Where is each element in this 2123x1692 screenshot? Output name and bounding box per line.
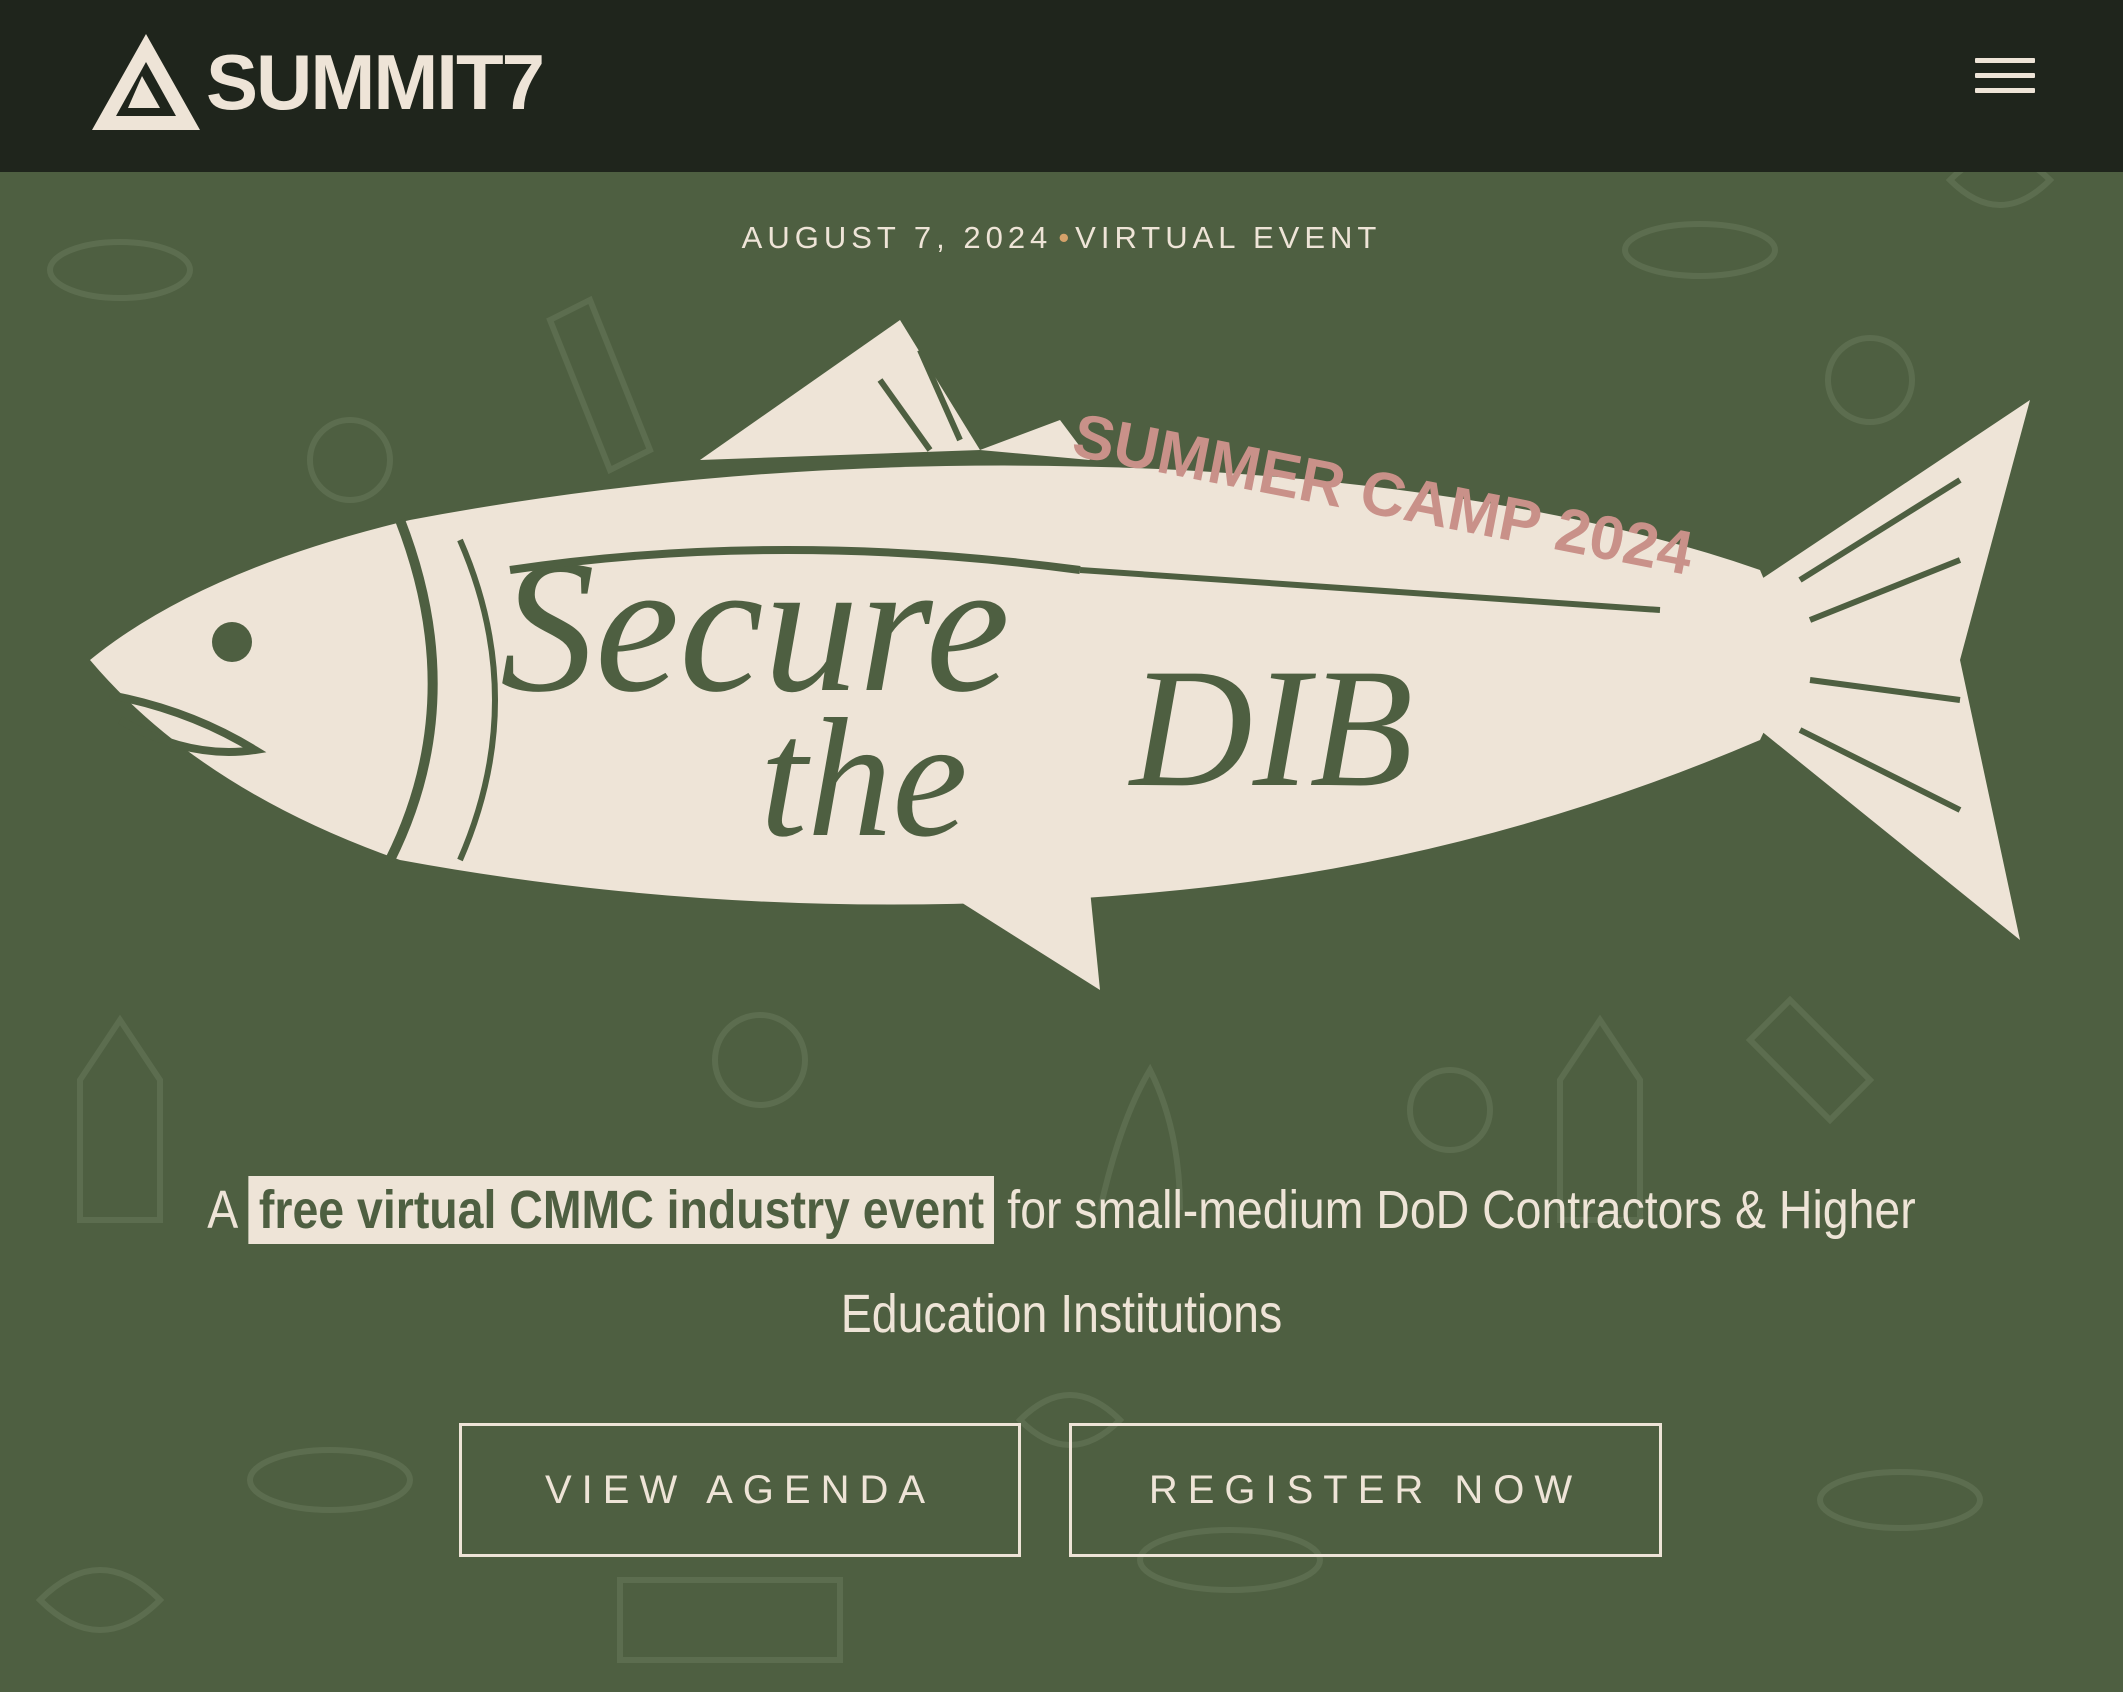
tagline-prefix: A	[207, 1180, 236, 1240]
summit7-logo[interactable]: SUMMIT7	[90, 30, 545, 134]
site-header: SUMMIT7	[0, 0, 2123, 172]
event-type: VIRTUAL EVENT	[1075, 220, 1382, 255]
separator-dot: •	[1058, 220, 1070, 255]
view-agenda-button[interactable]: VIEW AGENDA	[459, 1423, 1021, 1557]
the-script-text: the	[760, 684, 968, 872]
brand-name: SUMMIT7	[206, 37, 545, 126]
register-now-label: REGISTER NOW	[1148, 1467, 1583, 1512]
secure-the-dib-fish-logo: SUMMER CAMP 2024 Secure the DIB	[90, 320, 2030, 990]
register-now-button[interactable]: REGISTER NOW	[1069, 1423, 1662, 1557]
event-tagline: A free virtual CMMC industry event for s…	[200, 1158, 1923, 1366]
view-agenda-label: VIEW AGENDA	[544, 1467, 936, 1512]
dib-script-text: DIB	[1128, 634, 1413, 822]
hamburger-menu-icon[interactable]	[1975, 58, 2035, 108]
summit7-triangle-logo-icon	[92, 34, 200, 130]
tagline-rest: for small-medium DoD Contractors & Highe…	[840, 1180, 1916, 1344]
event-dateline: AUGUST 7, 2024 • VIRTUAL EVENT	[0, 220, 2123, 256]
tagline-highlight: free virtual CMMC industry event	[248, 1176, 995, 1244]
event-date: AUGUST 7, 2024	[741, 220, 1053, 255]
